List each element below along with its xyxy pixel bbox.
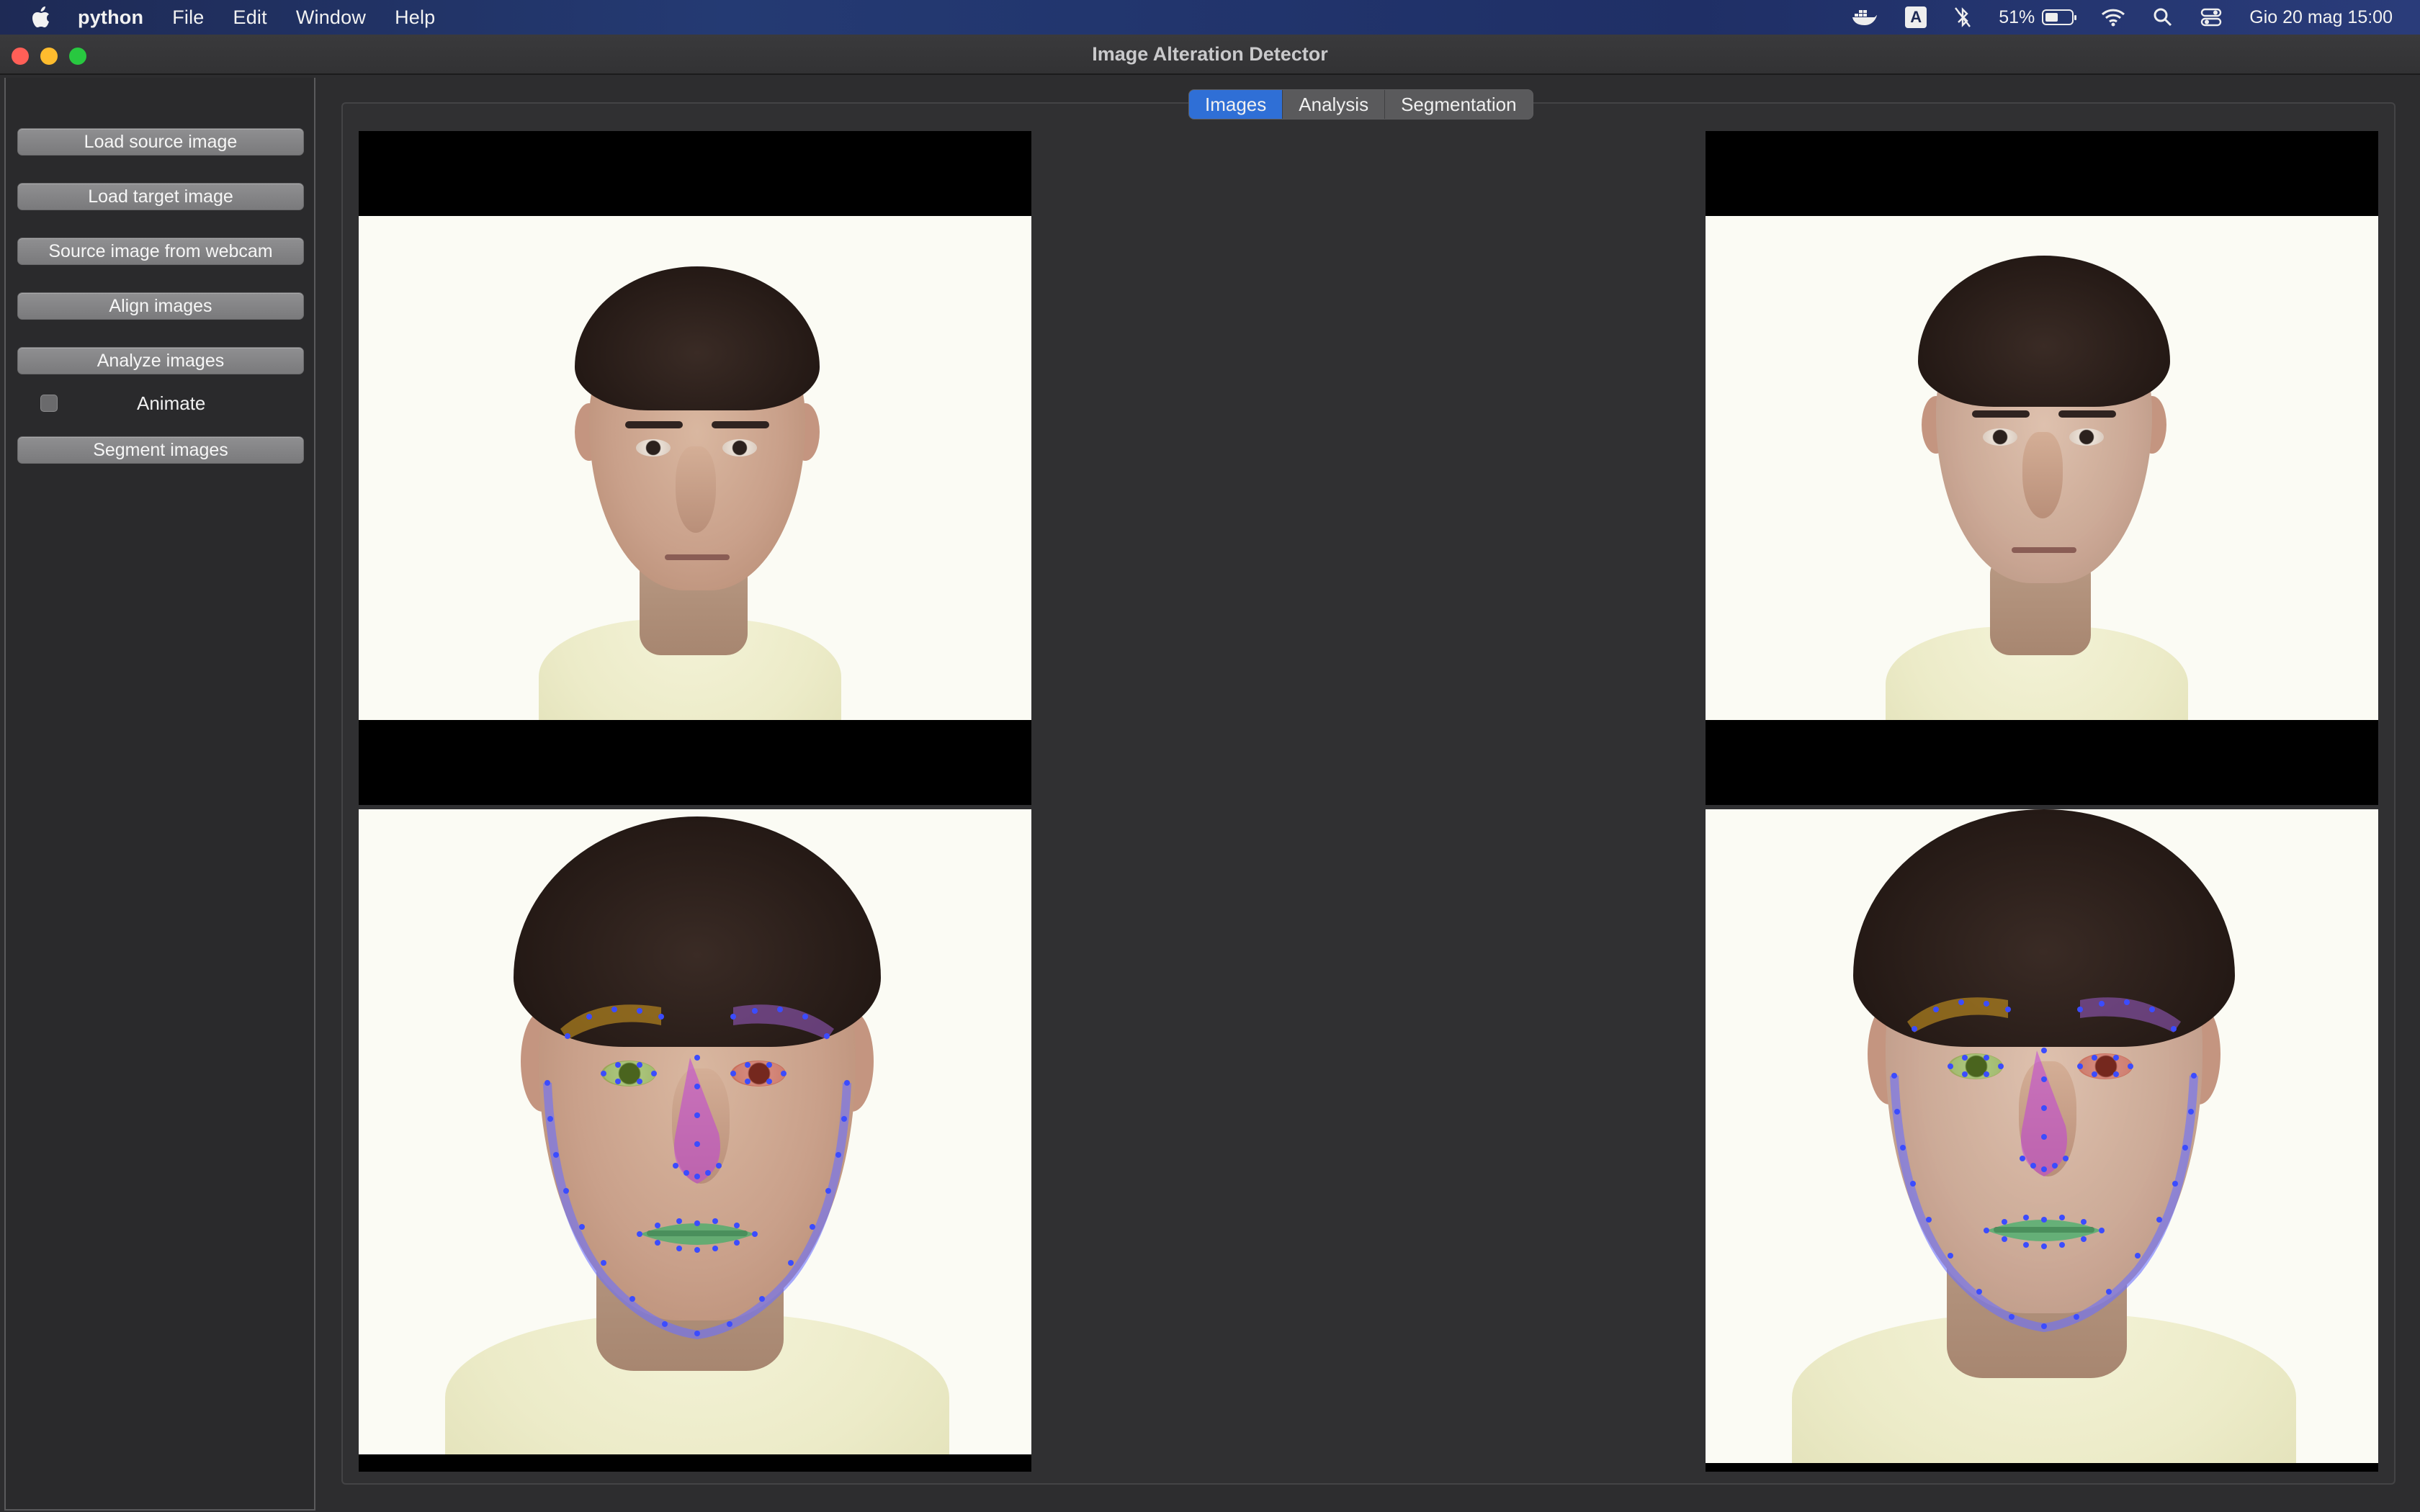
battery-status[interactable]: 51% [1999,6,2077,28]
animate-label: Animate [137,392,206,414]
menu-edit[interactable]: Edit [233,6,267,29]
segment-images-button[interactable]: Segment images [17,436,304,464]
sidebar: Load source image Load target image Sour… [4,78,315,1511]
battery-icon [2042,9,2077,25]
spotlight-search-icon[interactable] [2153,7,2173,27]
target-image-view[interactable] [1706,131,2378,805]
load-target-image-button[interactable]: Load target image [17,183,304,210]
source-face-photo [359,216,1031,720]
load-source-image-button[interactable]: Load source image [17,128,304,156]
input-source-icon[interactable]: A [1905,6,1927,28]
menu-bar: python File Edit Window Help A 51% Gio 2… [0,0,2420,35]
window-titlebar[interactable]: Image Alteration Detector [0,35,2420,75]
menu-file[interactable]: File [172,6,204,29]
apple-icon[interactable] [30,6,52,28]
tab-segmentation[interactable]: Segmentation [1385,90,1532,119]
control-center-icon[interactable] [2200,7,2222,27]
menu-app-python[interactable]: python [78,6,143,29]
source-landmarks-photo [359,809,1031,1454]
animate-checkbox[interactable] [40,395,58,412]
analyze-images-button[interactable]: Analyze images [17,347,304,374]
status-area: A 51% Gio 20 mag 15:00 [1852,0,2420,35]
menu-help[interactable]: Help [395,6,435,29]
source-image-view[interactable] [359,131,1031,805]
bluetooth-off-icon[interactable] [1954,6,1971,28]
tab-analysis[interactable]: Analysis [1283,90,1386,119]
window-title: Image Alteration Detector [1092,43,1328,65]
wifi-icon[interactable] [2101,8,2125,27]
align-images-button[interactable]: Align images [17,292,304,320]
menu-window[interactable]: Window [296,6,366,29]
target-landmarks-view[interactable] [1706,809,2378,1472]
target-landmarks-photo [1706,809,2378,1463]
clock[interactable]: Gio 20 mag 15:00 [2249,7,2393,28]
tab-bar: Images Analysis Segmentation [1188,89,1533,120]
target-face-photo [1706,216,2378,720]
docker-icon[interactable] [1852,8,1878,27]
source-landmarks-view[interactable] [359,809,1031,1472]
source-landmark-overlay [543,1004,851,1340]
tab-images[interactable]: Images [1189,90,1283,119]
animate-option: Animate [40,390,300,416]
target-landmark-overlay [1890,997,2198,1333]
source-from-webcam-button[interactable]: Source image from webcam [17,238,304,265]
battery-percent: 51% [1999,6,2035,27]
